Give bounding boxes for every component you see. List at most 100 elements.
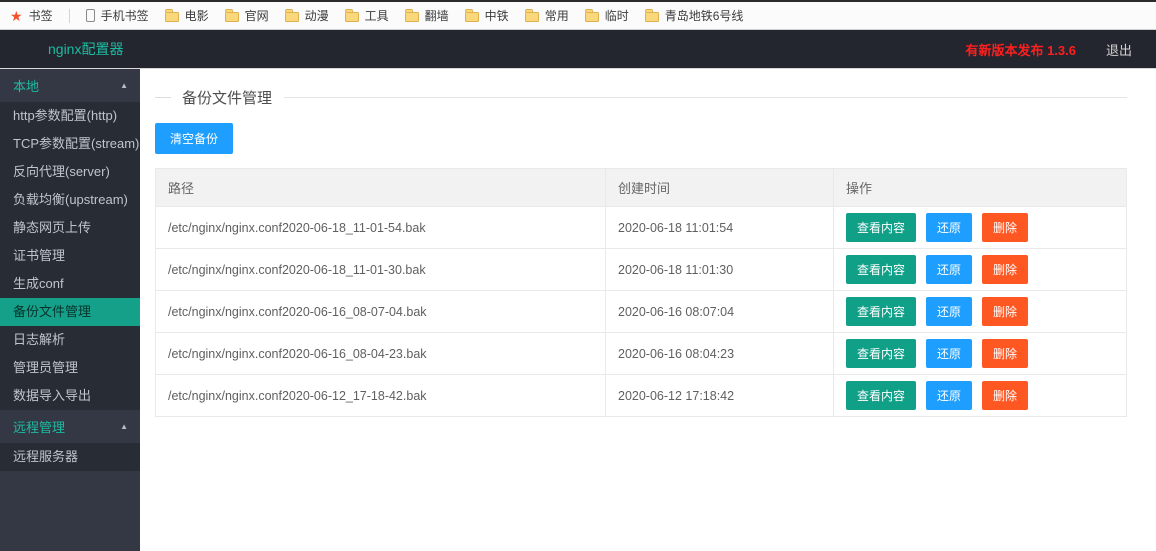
bookmark-star-label: 书签 [28,9,53,23]
sidebar-item[interactable]: 生成conf [0,270,140,298]
bookmark-folder-label: 临时 [604,9,629,23]
bookmarks-bar: ★ 书签 手机书签 电影 官网 动漫 工具 翻墙 中铁 常用 临时 青岛地铁6号线 [0,2,1156,30]
cell-path: /etc/nginx/nginx.conf2020-06-12_17-18-42… [155,374,606,417]
sidebar-item[interactable]: 数据导入导出 [0,382,140,410]
bookmark-mobile-item[interactable]: 手机书签 [85,7,149,24]
table-row: /etc/nginx/nginx.conf2020-06-16_08-07-04… [155,290,1127,333]
clear-backup-button[interactable]: 清空备份 [155,123,234,154]
app-header: nginx配置器 有新版本发布 1.3.6 退出 [0,30,1156,68]
sidebar-group-title[interactable]: 本地 ▲ [0,69,140,102]
bookmark-folder[interactable]: 工具 [344,7,389,24]
cell-path: /etc/nginx/nginx.conf2020-06-18_11-01-54… [155,206,606,249]
cell-actions: 查看内容 还原 删除 [833,332,1127,375]
title-line [284,97,1127,98]
page-layout: 本地 ▲ http参数配置(http) TCP参数配置(stream) 反向代理(ser… [0,68,1156,551]
bookmark-folder-label: 官网 [244,9,269,23]
column-header-actions: 操作 [833,168,1127,207]
cell-path: /etc/nginx/nginx.conf2020-06-16_08-07-04… [155,290,606,333]
cell-actions: 查看内容 还原 删除 [833,248,1127,291]
phone-icon [85,9,95,22]
folder-icon [284,9,299,22]
folder-icon [464,9,479,22]
cell-created: 2020-06-16 08:04:23 [605,332,834,375]
restore-button[interactable]: 还原 [926,213,973,242]
cell-created: 2020-06-12 17:18:42 [605,374,834,417]
sidebar: 本地 ▲ http参数配置(http) TCP参数配置(stream) 反向代理(ser… [0,69,140,551]
chevron-up-icon: ▲ [120,80,128,90]
sidebar-item[interactable]: 证书管理 [0,242,140,270]
table-body: /etc/nginx/nginx.conf2020-06-18_11-01-54… [155,206,1127,417]
bookmark-folder-label: 常用 [544,9,569,23]
cell-actions: 查看内容 还原 删除 [833,290,1127,333]
sidebar-group-label: 远程管理 [13,420,66,435]
cell-created: 2020-06-16 08:07:04 [605,290,834,333]
bookmark-folder-label: 翻墙 [424,9,449,23]
restore-button[interactable]: 还原 [926,339,973,368]
view-content-button[interactable]: 查看内容 [846,297,917,326]
view-content-button[interactable]: 查看内容 [846,255,917,284]
sidebar-group-title[interactable]: 远程管理 ▲ [0,410,140,443]
bookmark-folder-label: 动漫 [304,9,329,23]
cell-created: 2020-06-18 11:01:54 [605,206,834,249]
title-dash [155,97,171,98]
bookmark-folder-label: 青岛地铁6号线 [664,9,744,23]
backup-table: 路径 创建时间 操作 /etc/nginx/nginx.conf2020-06-… [155,168,1127,417]
bookmark-folder[interactable]: 翻墙 [404,7,449,24]
sidebar-item[interactable]: TCP参数配置(stream) [0,130,140,158]
table-head: 路径 创建时间 操作 [155,168,1127,207]
bookmark-folder[interactable]: 中铁 [464,7,509,24]
restore-button[interactable]: 还原 [926,297,973,326]
column-header-created: 创建时间 [605,168,834,207]
restore-button[interactable]: 还原 [926,255,973,284]
delete-button[interactable]: 删除 [982,297,1029,326]
delete-button[interactable]: 删除 [982,255,1029,284]
page-title: 备份文件管理 [182,90,273,107]
bookmark-folder[interactable]: 青岛地铁6号线 [644,7,744,24]
cell-actions: 查看内容 还原 删除 [833,374,1127,417]
restore-button[interactable]: 还原 [926,381,973,410]
main-content: 备份文件管理 清空备份 路径 创建时间 操作 /etc/nginx/nginx.… [140,69,1156,551]
sidebar-item[interactable]: 远程服务器 [0,443,140,471]
bookmark-star-item[interactable]: ★ 书签 [10,7,53,24]
version-notice-link[interactable]: 有新版本发布 1.3.6 [965,40,1076,59]
sidebar-group-label: 本地 [13,79,40,94]
app-title: nginx配置器 [48,41,124,57]
table-row: /etc/nginx/nginx.conf2020-06-18_11-01-30… [155,248,1127,291]
sidebar-item-active[interactable]: 备份文件管理 [0,298,140,326]
view-content-button[interactable]: 查看内容 [846,381,917,410]
bookmark-folder[interactable]: 常用 [524,7,569,24]
header-right: 有新版本发布 1.3.6 退出 [965,40,1132,59]
bookmark-folder-label: 工具 [364,9,389,23]
delete-button[interactable]: 删除 [982,339,1029,368]
bookmark-folders: 电影 官网 动漫 工具 翻墙 中铁 常用 临时 青岛地铁6号线 [164,7,744,24]
delete-button[interactable]: 删除 [982,213,1029,242]
folder-icon [524,9,539,22]
bookmark-mobile-label: 手机书签 [100,9,149,23]
column-header-path: 路径 [155,168,606,207]
bookmark-folder[interactable]: 电影 [164,7,209,24]
section-title-row: 备份文件管理 [155,87,1127,108]
sidebar-item[interactable]: 静态网页上传 [0,214,140,242]
view-content-button[interactable]: 查看内容 [846,213,917,242]
folder-icon [404,9,419,22]
sidebar-item[interactable]: 日志解析 [0,326,140,354]
bookmarks-divider [68,8,70,23]
bookmark-folder[interactable]: 官网 [224,7,269,24]
logout-button[interactable]: 退出 [1106,40,1132,59]
delete-button[interactable]: 删除 [982,381,1029,410]
sidebar-item[interactable]: 管理员管理 [0,354,140,382]
bookmark-folder[interactable]: 临时 [584,7,629,24]
star-icon: ★ [10,7,23,24]
folder-icon [584,9,599,22]
cell-created: 2020-06-18 11:01:30 [605,248,834,291]
view-content-button[interactable]: 查看内容 [846,339,917,368]
cell-path: /etc/nginx/nginx.conf2020-06-16_08-04-23… [155,332,606,375]
folder-icon [644,9,659,22]
sidebar-item[interactable]: 负载均衡(upstream) [0,186,140,214]
bookmark-folder[interactable]: 动漫 [284,7,329,24]
table-header-row: 路径 创建时间 操作 [155,168,1127,207]
sidebar-item[interactable]: http参数配置(http) [0,102,140,130]
folder-icon [164,9,179,22]
sidebar-item[interactable]: 反向代理(server) [0,158,140,186]
table-row: /etc/nginx/nginx.conf2020-06-12_17-18-42… [155,374,1127,417]
